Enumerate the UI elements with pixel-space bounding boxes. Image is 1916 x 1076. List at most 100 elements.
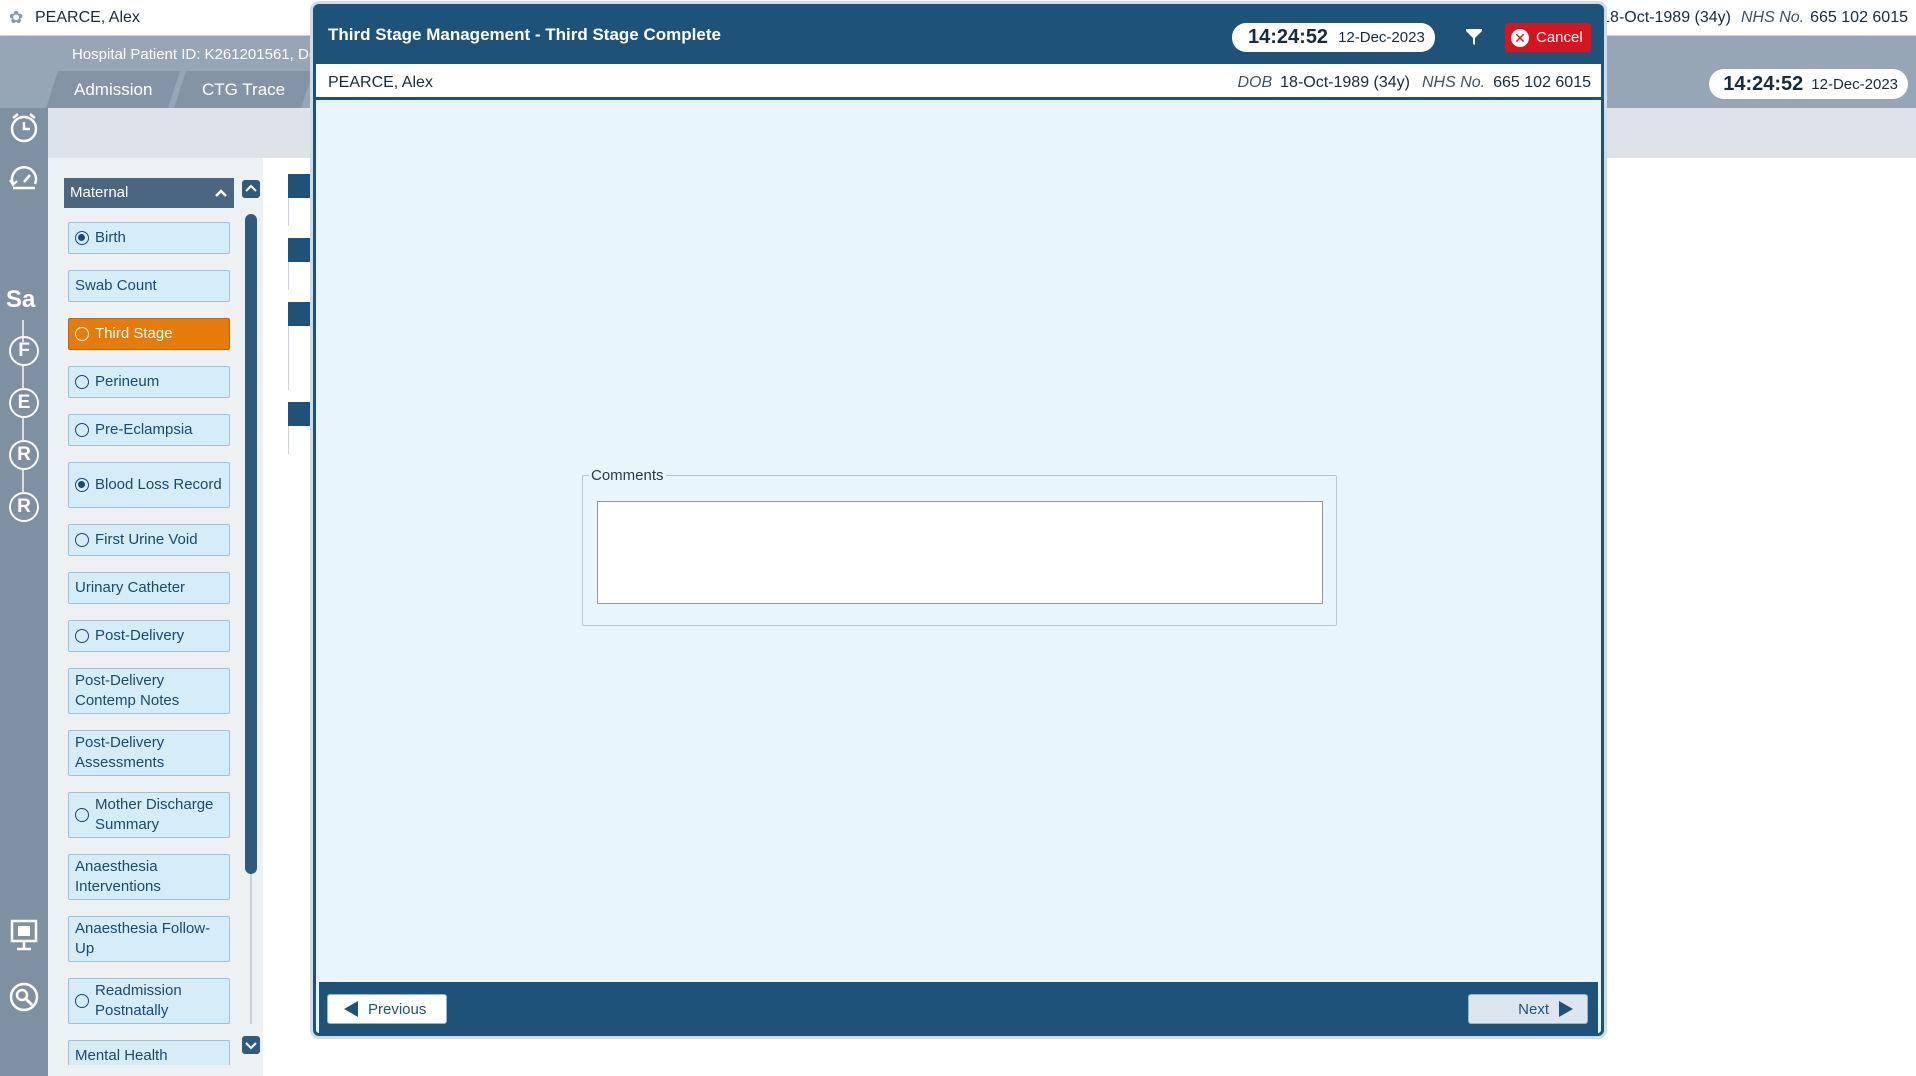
nav-scrollbar[interactable]: [240, 178, 262, 1058]
nav-item-third-stage[interactable]: Third Stage: [68, 318, 230, 350]
nav-item-label: Birth: [95, 229, 126, 246]
nhs-label: NHS No.: [1422, 74, 1486, 91]
radio-icon: [75, 533, 89, 547]
modal-clock-time: 14:24:52: [1248, 26, 1329, 48]
modal-clock[interactable]: 14:24:52 12-Dec-2023: [1232, 23, 1435, 52]
modal-title: Third Stage Management - Third Stage Com…: [328, 25, 721, 44]
chevron-up-icon: [215, 189, 227, 197]
nav-item-urinary-catheter[interactable]: Urinary Catheter: [68, 572, 230, 604]
left-icon-rail: Sa F E R R: [0, 108, 48, 1076]
rail-letter-e[interactable]: E: [9, 388, 39, 418]
scroll-up-button[interactable]: [242, 180, 260, 198]
nav-item-swab-count[interactable]: Swab Count: [68, 270, 230, 302]
tab-admission[interactable]: Admission: [45, 71, 181, 108]
nav-item-label: Urinary Catheter: [75, 579, 186, 596]
previous-label: Previous: [368, 1000, 427, 1018]
nav-item-label: Post-Delivery Contemp Notes: [75, 672, 180, 709]
nav-item-label: Pre-Eclampsia: [95, 421, 193, 438]
radio-icon: [75, 375, 89, 389]
nhs-number: 665 102 6015: [1810, 9, 1908, 26]
tab-label: Admission: [74, 80, 153, 99]
tab-label: CTG Trace: [202, 80, 286, 99]
nav-item-mother-discharge-summary[interactable]: Mother Discharge Summary: [68, 792, 230, 838]
radio-icon: [75, 478, 89, 492]
tab-bar: Admission CTG Trace: [45, 71, 314, 108]
nav-item-label: First Urine Void: [95, 531, 198, 548]
radio-icon: [75, 994, 89, 1008]
filter-icon[interactable]: [1464, 27, 1484, 47]
nav-item-first-urine-void[interactable]: First Urine Void: [68, 524, 230, 556]
chevron-down-icon: [245, 1042, 257, 1050]
modal-nhs-number: 665 102 6015: [1493, 74, 1591, 91]
arrow-right-icon: [1559, 1001, 1573, 1017]
nav-item-label: Mental Health: [75, 1047, 168, 1064]
search-icon[interactable]: [5, 980, 43, 1018]
nav-item-label: Anaesthesia Follow-Up: [75, 920, 211, 957]
nav-item-label: Third Stage: [95, 325, 173, 342]
nav-item-mental-health[interactable]: Mental Health: [68, 1040, 230, 1065]
hospital-patient-id: Hospital Patient ID: K261201561, De: [72, 46, 318, 63]
previous-button[interactable]: Previous: [327, 994, 447, 1024]
close-circle-icon: ✕: [1511, 28, 1529, 47]
rail-letter-f[interactable]: F: [9, 336, 39, 366]
nav-item-post-delivery[interactable]: Post-Delivery: [68, 620, 230, 652]
scroll-down-button[interactable]: [242, 1036, 260, 1054]
tab-ctg-trace[interactable]: CTG Trace: [174, 71, 314, 108]
nhs-label: NHS No.: [1741, 9, 1805, 26]
rail-letter-r-2[interactable]: R: [9, 492, 39, 522]
nav-item-label: Perineum: [95, 373, 160, 390]
patient-name: PEARCE, Alex: [35, 9, 140, 26]
alarm-clock-icon[interactable]: [5, 110, 43, 148]
nav-item-label: Readmission Postnatally: [95, 982, 182, 1019]
nav-section-title: Maternal: [70, 184, 129, 201]
cancel-label: Cancel: [1536, 29, 1583, 46]
comments-label: Comments: [589, 467, 666, 484]
patient-dob: 18-Oct-1989 (34y): [1601, 9, 1731, 26]
presentation-icon[interactable]: [5, 918, 43, 956]
next-label: Next: [1518, 1000, 1549, 1018]
modal-title-bar: Third Stage Management - Third Stage Com…: [316, 7, 1601, 64]
chevron-up-icon: [245, 184, 257, 192]
nav-item-pre-eclampsia[interactable]: Pre-Eclampsia: [68, 414, 230, 446]
nav-item-blood-loss-record[interactable]: Blood Loss Record: [68, 462, 230, 508]
modal-patient-demographics: DOB 18-Oct-1989 (34y) NHS No. 665 102 6015: [1225, 74, 1591, 92]
nav-item-label: Swab Count: [75, 277, 157, 294]
nav-item-post-delivery-contemp-notes[interactable]: Post-Delivery Contemp Notes: [68, 668, 230, 714]
next-button[interactable]: Next: [1468, 994, 1588, 1024]
scroll-thumb[interactable]: [245, 214, 257, 874]
rail-label-sa[interactable]: Sa: [6, 286, 35, 314]
rail-connector: [22, 418, 24, 440]
flower-icon: ✿: [9, 8, 24, 27]
nav-item-label: Blood Loss Record: [95, 476, 222, 493]
comments-textarea[interactable]: [597, 501, 1323, 604]
rail-connector: [22, 470, 24, 492]
nav-item-label: Post-Delivery: [95, 627, 185, 644]
cancel-button[interactable]: ✕ Cancel: [1505, 23, 1591, 52]
radio-icon: [75, 808, 89, 822]
modal-footer: Previous Next: [319, 982, 1598, 1033]
dob-label: DOB: [1237, 74, 1273, 91]
radio-icon: [75, 231, 89, 245]
history-gauge-icon[interactable]: [5, 160, 43, 198]
modal-patient-name: PEARCE, Alex: [328, 74, 433, 91]
nav-item-anaesthesia-interventions[interactable]: Anaesthesia Interventions: [68, 854, 230, 900]
nav-section-header[interactable]: Maternal: [64, 178, 234, 208]
nav-item-label: Post-Delivery Assessments: [75, 734, 165, 771]
nav-item-label: Mother Discharge Summary: [95, 796, 214, 833]
maternal-nav-panel: Maternal Birth Swab Count Third Stage Pe…: [64, 178, 234, 1065]
nav-item-anaesthesia-follow-up[interactable]: Anaesthesia Follow-Up: [68, 916, 230, 962]
comments-group: Comments: [582, 467, 1337, 626]
nav-item-perineum[interactable]: Perineum: [68, 366, 230, 398]
rail-letter-r[interactable]: R: [9, 440, 39, 470]
radio-icon: [75, 327, 89, 341]
modal-clock-date: 12-Dec-2023: [1338, 29, 1425, 46]
rail-connector: [22, 366, 24, 388]
clock-time: 14:24:52: [1723, 72, 1804, 95]
modal-patient-bar: PEARCE, Alex DOB 18-Oct-1989 (34y) NHS No.…: [316, 64, 1601, 100]
nav-item-birth[interactable]: Birth: [68, 222, 230, 254]
scroll-track: [250, 874, 252, 1024]
nav-item-post-delivery-assessments[interactable]: Post-Delivery Assessments: [68, 730, 230, 776]
nav-item-readmission-postnatally[interactable]: Readmission Postnatally: [68, 978, 230, 1024]
radio-icon: [75, 423, 89, 437]
header-clock[interactable]: 14:24:52 12-Dec-2023: [1709, 69, 1908, 99]
